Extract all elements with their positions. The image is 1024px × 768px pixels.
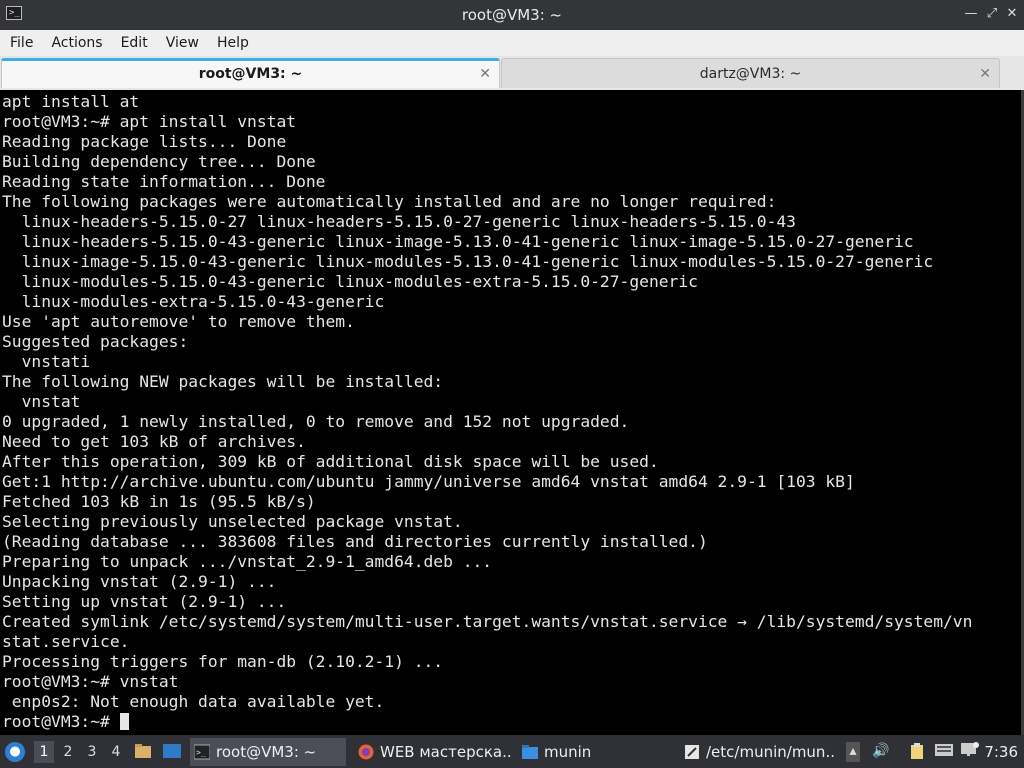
window-title-bar: >_ root@VM3: ~ — ⤢ ✕ xyxy=(0,0,1024,30)
tab-root[interactable]: root@VM3: ~ ✕ xyxy=(1,58,500,88)
keyboard-icon[interactable] xyxy=(934,742,953,760)
terminal-output[interactable]: apt install at root@VM3:~# apt install vn… xyxy=(0,90,1021,735)
terminal-line: Created symlink /etc/systemd/system/mult… xyxy=(2,612,973,631)
minimize-icon[interactable]: — xyxy=(962,5,980,23)
tab-label: dartz@VM3: ~ xyxy=(699,66,802,82)
task-firefox[interactable]: WEB мастерска... xyxy=(354,738,512,766)
terminal-line: linux-headers-5.15.0-43-generic linux-im… xyxy=(2,232,914,251)
volume-icon[interactable]: 🔊 xyxy=(872,742,890,760)
terminal-line: apt install at xyxy=(2,92,140,111)
terminal-line: linux-modules-extra-5.15.0-43-generic xyxy=(2,292,385,311)
terminal-line: Need to get 103 kB of archives. xyxy=(2,432,306,451)
terminal-line: linux-image-5.15.0-43-generic linux-modu… xyxy=(2,252,934,271)
taskbar: ● 1 2 3 4 >_ root@VM3: ~ WEB мастерска..… xyxy=(0,736,1024,768)
terminal-line: After this operation, 309 kB of addition… xyxy=(2,452,659,471)
task-munin-folder[interactable]: munin xyxy=(518,738,674,766)
workspace-2[interactable]: 2 xyxy=(58,741,78,763)
terminal-line: vnstati xyxy=(2,352,91,371)
terminal-line: The following packages were automaticall… xyxy=(2,192,777,211)
menu-actions[interactable]: Actions xyxy=(42,30,111,56)
clipboard-icon[interactable] xyxy=(908,742,926,760)
tab-close-icon[interactable]: ✕ xyxy=(479,61,491,87)
menu-edit[interactable]: Edit xyxy=(112,30,157,56)
terminal-line: vnstat xyxy=(2,392,81,411)
terminal-line: Reading state information... Done xyxy=(2,172,326,191)
close-icon[interactable]: ✕ xyxy=(1003,5,1021,23)
terminal-line: The following NEW packages will be insta… xyxy=(2,372,444,391)
terminal-line: stat.service. xyxy=(2,632,130,651)
tab-close-icon[interactable]: ✕ xyxy=(979,59,991,89)
terminal-line: Unpacking vnstat (2.9-1) ... xyxy=(2,572,277,591)
file-manager-launcher-icon[interactable] xyxy=(134,742,152,760)
workspace-1[interactable]: 1 xyxy=(34,741,54,763)
show-desktop-icon[interactable] xyxy=(162,742,181,760)
svg-text:>_: >_ xyxy=(196,748,206,757)
terminal-cursor xyxy=(119,713,129,730)
terminal-line: Selecting previously unselected package … xyxy=(2,512,463,531)
task-label: munin xyxy=(544,743,592,761)
start-menu-icon[interactable]: ● xyxy=(5,742,25,762)
terminal-line: Setting up vnstat (2.9-1) ... xyxy=(2,592,287,611)
terminal-line: (Reading database ... 383608 files and d… xyxy=(2,532,708,551)
folder-icon xyxy=(522,745,538,759)
terminal-icon: >_ xyxy=(194,744,210,760)
menu-bar: File Actions Edit View Help xyxy=(0,30,1024,56)
task-label: root@VM3: ~ xyxy=(216,743,317,761)
terminal-line: Reading package lists... Done xyxy=(2,132,287,151)
tab-dartz[interactable]: dartz@VM3: ~ ✕ xyxy=(501,58,1000,88)
terminal-line: root@VM3:~# vnstat xyxy=(2,672,179,691)
terminal-line: Processing triggers for man-db (2.10.2-1… xyxy=(2,652,444,671)
workspace-4[interactable]: 4 xyxy=(106,741,126,763)
terminal-line: Preparing to unpack .../vnstat_2.9-1_amd… xyxy=(2,552,493,571)
terminal-line: root@VM3:~# apt install vnstat xyxy=(2,112,297,131)
terminal-line: Suggested packages: xyxy=(2,332,189,351)
terminal-line: linux-headers-5.15.0-27 linux-headers-5.… xyxy=(2,212,796,231)
terminal-line: Building dependency tree... Done xyxy=(2,152,316,171)
terminal-line: Fetched 103 kB in 1s (95.5 kB/s) xyxy=(2,492,316,511)
taskbar-scroll-icon[interactable]: ▴ xyxy=(846,742,860,762)
window-title: root@VM3: ~ xyxy=(461,6,563,24)
firefox-icon xyxy=(358,744,374,760)
text-editor-icon xyxy=(685,745,699,759)
terminal-line: 0 upgraded, 1 newly installed, 0 to remo… xyxy=(2,412,630,431)
maximize-icon[interactable]: ⤢ xyxy=(983,5,1001,23)
terminal-prompt: root@VM3:~# xyxy=(2,712,120,731)
task-label: /etc/munin/mun... xyxy=(706,743,836,761)
tab-label: root@VM3: ~ xyxy=(198,66,303,82)
clock: 7:36 xyxy=(984,743,1018,761)
task-terminal[interactable]: >_ root@VM3: ~ xyxy=(190,738,346,766)
menu-file[interactable]: File xyxy=(0,30,42,56)
network-icon[interactable] xyxy=(960,742,979,760)
terminal-line: Use 'apt autoremove' to remove them. xyxy=(2,312,355,331)
menu-view[interactable]: View xyxy=(157,30,208,56)
terminal-line: Get:1 http://archive.ubuntu.com/ubuntu j… xyxy=(2,472,855,491)
terminal-line: enp0s2: Not enough data available yet. xyxy=(2,692,385,711)
tab-bar: root@VM3: ~ ✕ dartz@VM3: ~ ✕ xyxy=(0,56,1024,90)
task-label: WEB мастерска... xyxy=(380,743,512,761)
task-text-editor[interactable]: /etc/munin/mun... xyxy=(680,738,836,766)
terminal-line: linux-modules-5.15.0-43-generic linux-mo… xyxy=(2,272,698,291)
terminal-prompt-line: root@VM3:~# xyxy=(2,712,1021,732)
menu-help[interactable]: Help xyxy=(208,30,258,56)
workspace-3[interactable]: 3 xyxy=(82,741,102,763)
